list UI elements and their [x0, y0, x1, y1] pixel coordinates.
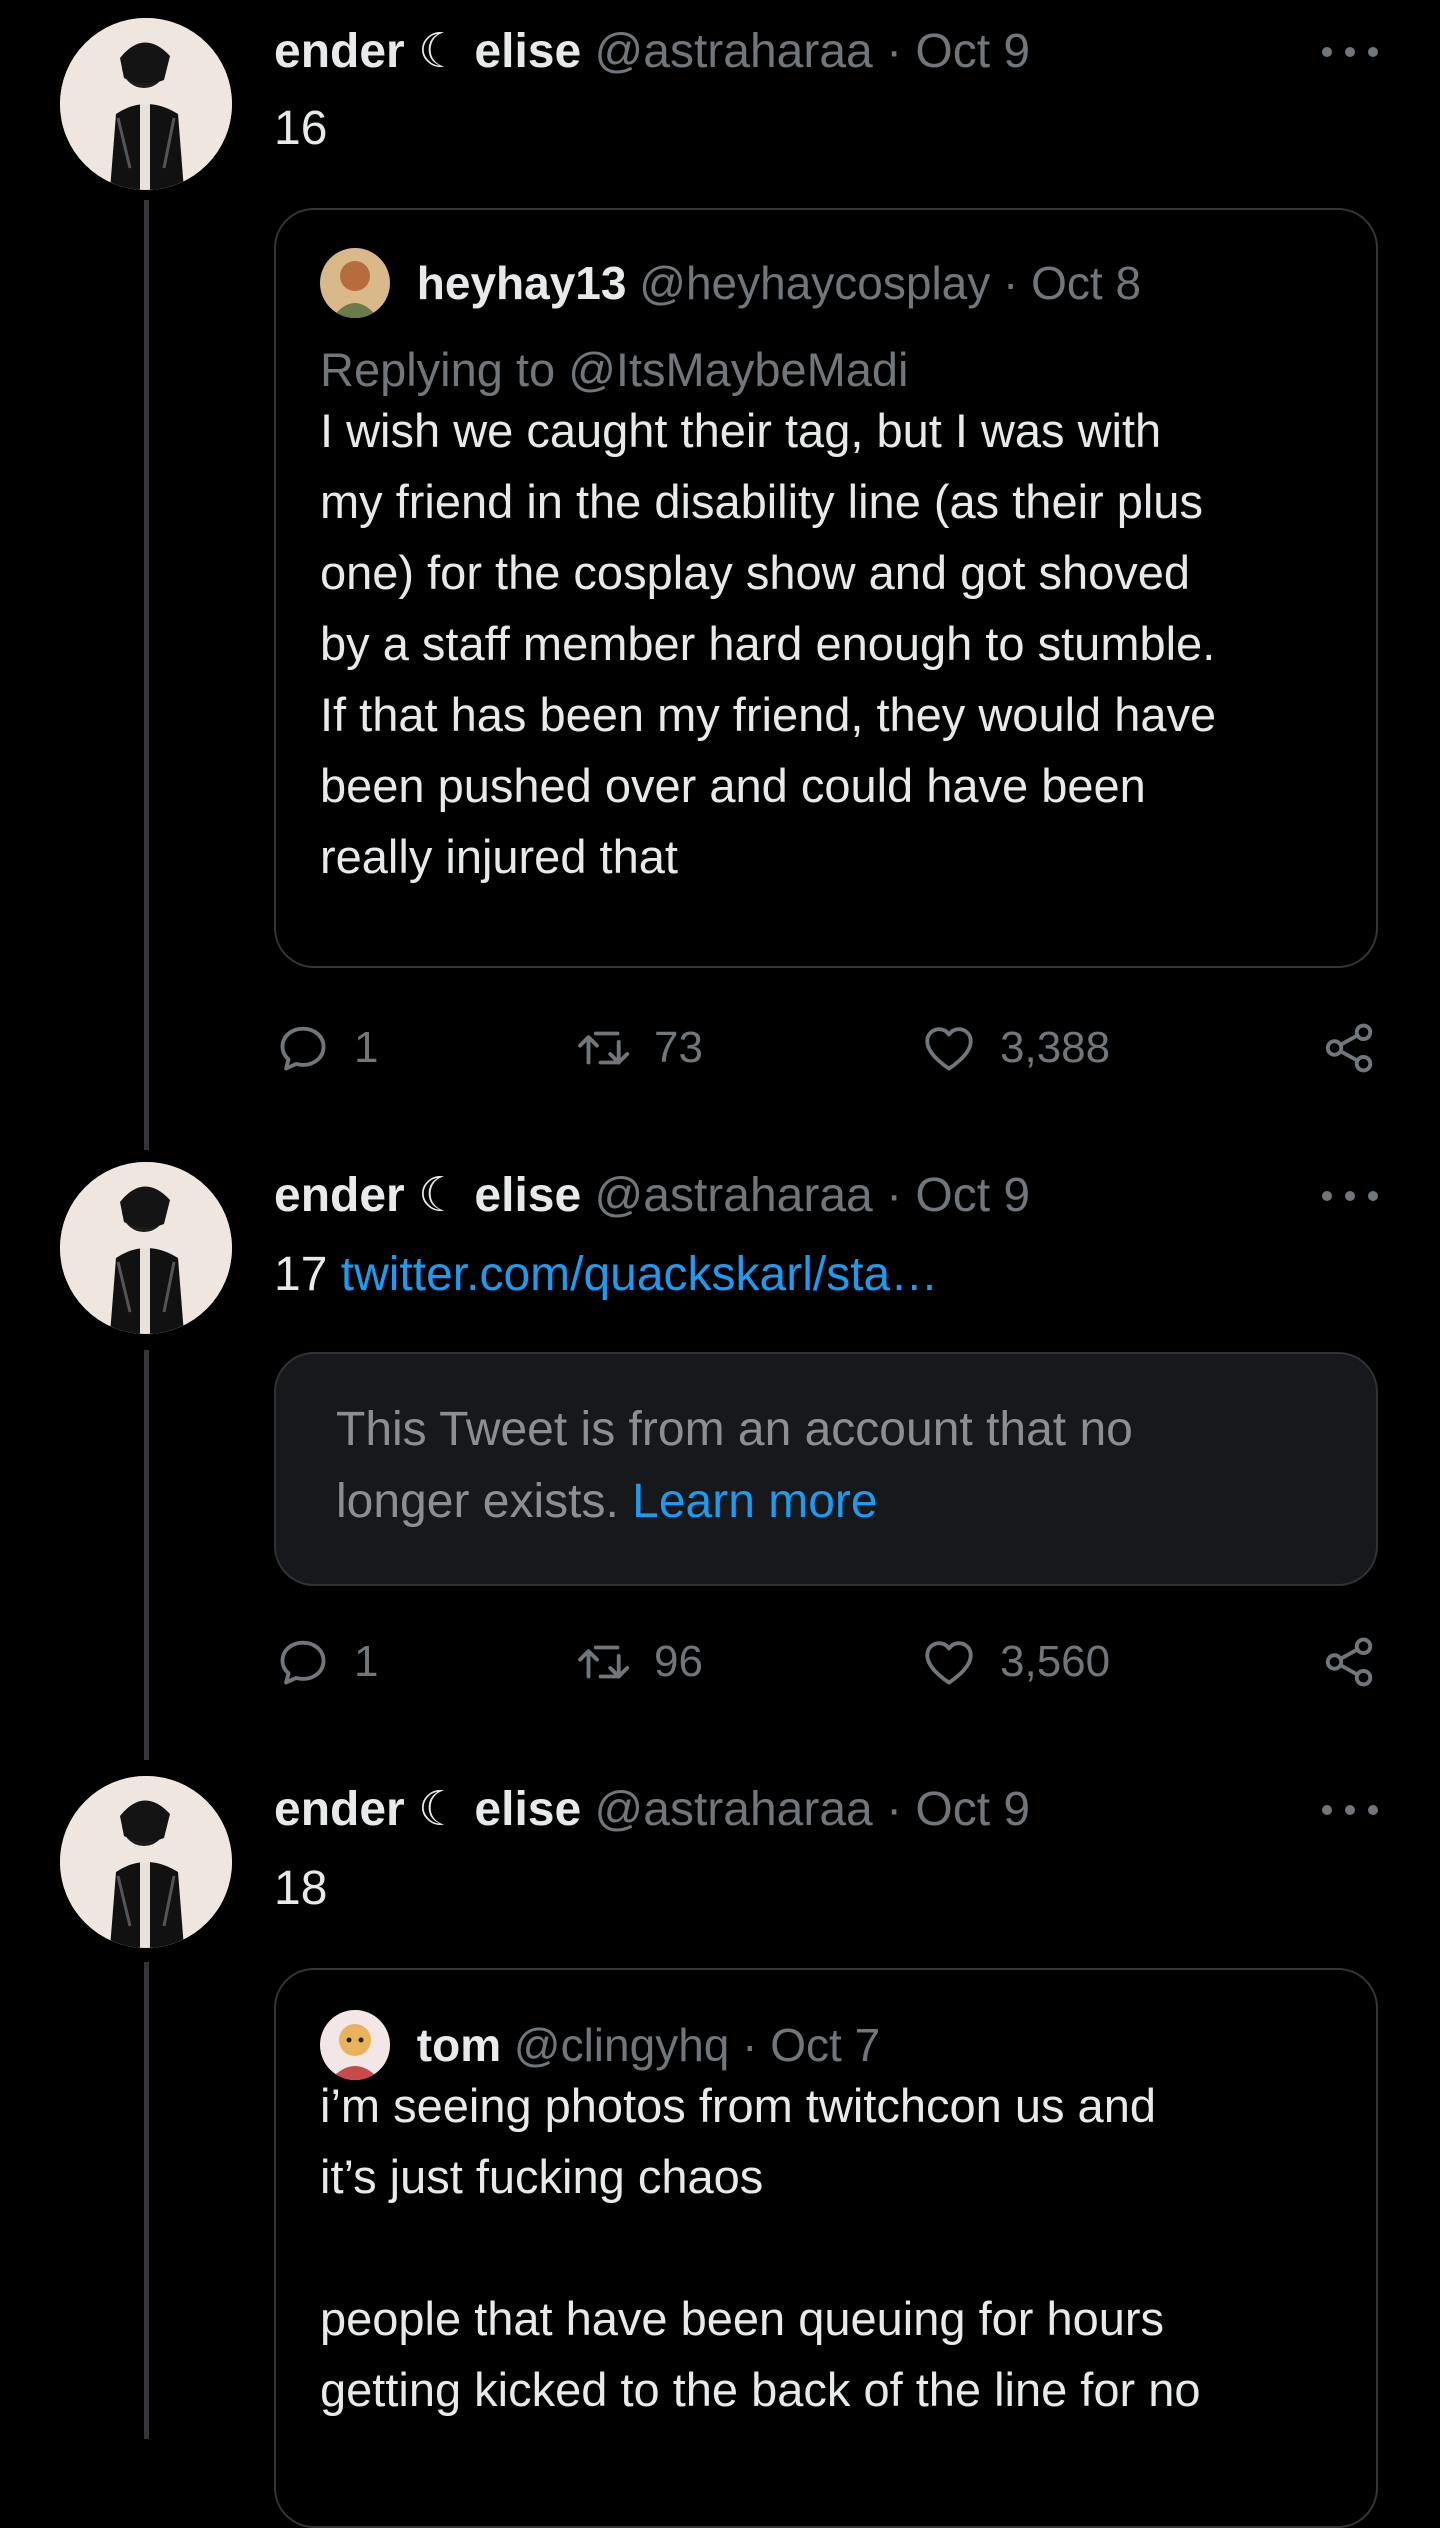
quote-text: I wish we caught their tag, but I was wi… — [320, 395, 1216, 892]
user-handle[interactable]: @astraharaa — [595, 1783, 873, 1836]
like-button[interactable]: 3,560 — [920, 1632, 1110, 1692]
quote-text: i’m seeing photos from twitchcon us and … — [320, 2070, 1201, 2425]
tweet-date[interactable]: Oct 9 — [915, 1169, 1030, 1222]
retweet-icon — [578, 1031, 630, 1065]
retweet-count: 73 — [654, 1023, 703, 1072]
unavailable-line: This Tweet is from an account that no — [336, 1403, 1133, 1456]
quote-handle: @clingyhq — [513, 2019, 730, 2072]
retweet-button[interactable]: 96 — [574, 1632, 703, 1692]
quote-handle: @heyhaycosplay — [639, 257, 991, 310]
thread-line — [144, 200, 149, 1150]
more-icon[interactable] — [1322, 1800, 1378, 1820]
tweet-link[interactable]: twitter.com/quackskarl/sta… — [341, 1248, 939, 1301]
thread-line — [144, 1350, 149, 1760]
tweet-actions: 1 96 3,560 — [274, 1632, 1378, 1692]
display-name[interactable]: ender ☾ elise — [274, 25, 581, 78]
tweet-header: ender ☾ elise @astraharaa · Oct 9 — [274, 1168, 1030, 1224]
like-icon — [925, 1027, 973, 1071]
tweet-date[interactable]: Oct 9 — [915, 1783, 1030, 1836]
share-button[interactable] — [1320, 1632, 1378, 1692]
like-button[interactable]: 3,388 — [920, 1018, 1110, 1078]
like-count: 3,560 — [1000, 1637, 1111, 1686]
retweet-count: 96 — [654, 1637, 703, 1686]
like-icon — [925, 1641, 973, 1685]
quote-line: it’s just fucking chaos — [320, 2150, 764, 2203]
reply-icon — [280, 1026, 326, 1071]
quote-line: one) for the cosplay show and got shoved — [320, 546, 1191, 599]
quote-line: I wish we caught their tag, but I was wi… — [320, 404, 1162, 457]
quote-line: by a staff member hard enough to stumble… — [320, 617, 1216, 670]
reply-count: 1 — [354, 1637, 379, 1686]
separator: · — [1003, 257, 1019, 310]
reply-count: 1 — [354, 1023, 379, 1072]
share-icon — [1325, 1023, 1373, 1073]
user-handle[interactable]: @astraharaa — [595, 1169, 873, 1222]
tweet-date[interactable]: Oct 9 — [915, 25, 1030, 78]
quote-line: been pushed over and could have been — [320, 759, 1146, 812]
tweet-header: ender ☾ elise @astraharaa · Oct 9 — [274, 24, 1030, 80]
separator: · — [742, 2019, 758, 2072]
quote-avatar — [320, 248, 390, 318]
quote-display-name: tom — [416, 2019, 502, 2072]
unavailable-line: longer exists. — [336, 1475, 619, 1528]
quote-line: i’m seeing photos from twitchcon us and — [320, 2079, 1156, 2132]
quote-line: really injured that — [320, 830, 678, 883]
more-icon[interactable] — [1322, 1186, 1378, 1206]
thread-line — [144, 1962, 149, 2439]
retweet-button[interactable]: 73 — [574, 1018, 703, 1078]
replying-to: Replying to @ItsMaybeMadi — [320, 343, 909, 396]
quote-header: heyhay13 @heyhaycosplay · Oct 8 — [320, 248, 1142, 322]
like-count: 3,388 — [1000, 1023, 1111, 1072]
retweet-icon — [578, 1645, 630, 1679]
more-icon[interactable] — [1322, 42, 1378, 62]
separator: · — [886, 25, 903, 78]
quote-line: If that has been my friend, they would h… — [320, 688, 1217, 741]
avatar[interactable] — [60, 1776, 232, 1948]
tweet-header: ender ☾ elise @astraharaa · Oct 9 — [274, 1782, 1030, 1838]
quoted-tweet[interactable]: heyhay13 @heyhaycosplay · Oct 8 Replying… — [274, 208, 1378, 968]
separator: · — [886, 1783, 903, 1836]
quote-line: my friend in the disability line (as the… — [320, 475, 1203, 528]
tweet-actions: 1 73 3,388 — [274, 1018, 1378, 1078]
display-name[interactable]: ender ☾ elise — [274, 1169, 581, 1222]
quote-date: Oct 8 — [1031, 257, 1142, 310]
unavailable-tweet-card: This Tweet is from an account that no lo… — [274, 1352, 1378, 1586]
tweet-text: 17 twitter.com/quackskarl/sta… — [274, 1246, 938, 1304]
separator: · — [886, 1169, 903, 1222]
avatar[interactable] — [60, 18, 232, 190]
share-icon — [1325, 1637, 1373, 1687]
share-button[interactable] — [1320, 1018, 1378, 1078]
quote-line — [320, 2212, 1201, 2283]
tweet-text: 16 — [274, 102, 328, 155]
quoted-tweet[interactable]: tom @clingyhq · Oct 7 i’m seeing photos … — [274, 1968, 1378, 2528]
user-handle[interactable]: @astraharaa — [595, 25, 873, 78]
quote-line: people that have been queuing for hours — [320, 2292, 1165, 2345]
quote-line: getting kicked to the back of the line f… — [320, 2363, 1201, 2416]
tweet-number: 17 — [274, 1248, 328, 1301]
quote-display-name: heyhay13 — [416, 257, 627, 310]
tweet-text: 18 — [274, 1862, 328, 1915]
reply-button[interactable]: 1 — [274, 1018, 378, 1078]
reply-icon — [280, 1640, 326, 1685]
learn-more-link[interactable]: Learn more — [632, 1475, 877, 1528]
reply-button[interactable]: 1 — [274, 1632, 378, 1692]
avatar[interactable] — [60, 1162, 232, 1334]
quote-date: Oct 7 — [770, 2019, 881, 2072]
display-name[interactable]: ender ☾ elise — [274, 1783, 581, 1836]
